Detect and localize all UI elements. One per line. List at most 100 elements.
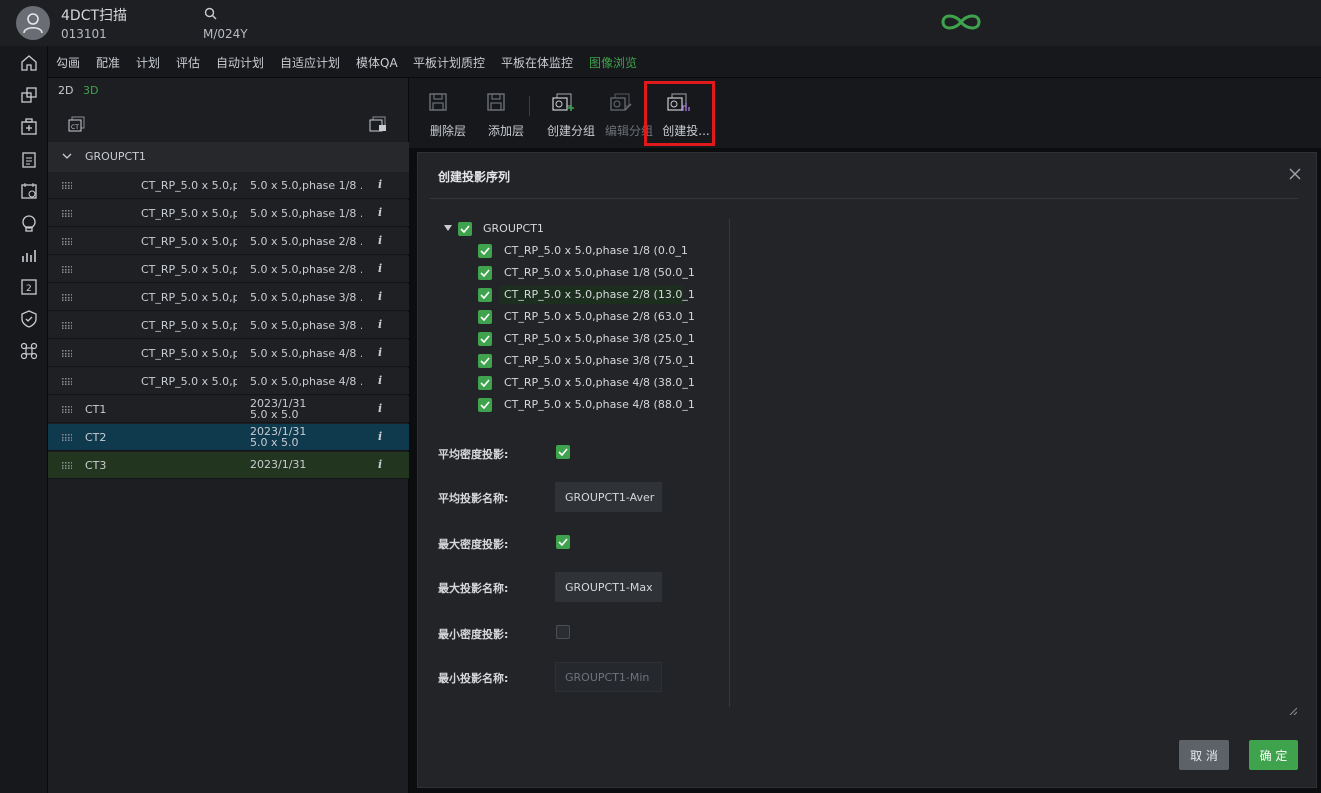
add-layer-button[interactable]: 添加层 — [486, 92, 524, 138]
check-icon — [558, 538, 568, 546]
series-checkbox[interactable] — [478, 266, 492, 280]
drag-handle-icon[interactable] — [62, 294, 72, 301]
tree-item-label[interactable]: CT_RP_5.0 x 5.0,phase 2/8 (13.0_1 — [504, 288, 695, 301]
series-row[interactable]: CT_RP_5.0 x 5.0,ph 5.0 x 5.0,phase 2/8 .… — [48, 228, 409, 255]
tab-auto-plan[interactable]: 自动计划 — [216, 54, 264, 71]
drag-handle-icon[interactable] — [62, 378, 72, 385]
series-checkbox[interactable] — [478, 288, 492, 302]
highlight-box — [644, 81, 715, 146]
resize-grip-icon[interactable] — [1289, 707, 1297, 715]
info-icon[interactable]: i — [378, 430, 382, 443]
calendar-check-icon[interactable] — [20, 182, 38, 200]
info-icon[interactable]: i — [378, 346, 382, 359]
create-group-button[interactable]: 创建分组 — [547, 92, 595, 138]
drag-handle-icon[interactable] — [62, 266, 72, 273]
ct-row-active[interactable]: CT3 2023/1/31 i — [48, 452, 409, 479]
min-density-checkbox[interactable] — [556, 625, 570, 639]
series-row[interactable]: CT_RP_5.0 x 5.0,ph 5.0 x 5.0,phase 2/8 .… — [48, 256, 409, 283]
delete-layer-button[interactable]: 删除层 — [428, 92, 466, 138]
drag-handle-icon[interactable] — [62, 210, 72, 217]
dialog-title: 创建投影序列 — [438, 170, 511, 184]
ct-series-icon[interactable]: CT — [68, 116, 86, 132]
series-checkbox[interactable] — [478, 398, 492, 412]
max-name-input[interactable] — [555, 572, 662, 602]
max-density-checkbox[interactable] — [556, 535, 570, 549]
check-icon — [480, 401, 490, 409]
avatar[interactable] — [16, 6, 50, 40]
chevron-down-icon[interactable] — [62, 151, 72, 161]
tree-item-label[interactable]: CT_RP_5.0 x 5.0,phase 3/8 (75.0_1 — [504, 354, 695, 367]
lock-series-icon[interactable] — [369, 116, 387, 132]
ok-button[interactable]: 确 定 — [1249, 740, 1298, 770]
view-3d-toggle[interactable]: 3D — [83, 84, 98, 97]
series-row[interactable]: CT_RP_5.0 x 5.0,ph 5.0 x 5.0,phase 1/8 .… — [48, 172, 409, 199]
report-icon[interactable]: 2 — [20, 278, 38, 296]
tree-item-label[interactable]: CT_RP_5.0 x 5.0,phase 4/8 (38.0_1 — [504, 376, 695, 389]
info-icon[interactable]: i — [378, 458, 382, 471]
tab-epid-plan-qa[interactable]: 平板计划质控 — [413, 54, 485, 71]
info-icon[interactable]: i — [378, 178, 382, 191]
series-row[interactable]: CT_RP_5.0 x 5.0,ph 5.0 x 5.0,phase 3/8 .… — [48, 312, 409, 339]
edit-group-icon — [610, 93, 632, 111]
tree-item-label[interactable]: CT_RP_5.0 x 5.0,phase 2/8 (63.0_1 — [504, 310, 695, 323]
drag-handle-icon[interactable] — [62, 322, 72, 329]
bar-chart-icon[interactable] — [20, 246, 38, 264]
drag-handle-icon[interactable] — [62, 406, 72, 413]
info-icon[interactable]: i — [378, 262, 382, 275]
cancel-button[interactable]: 取 消 — [1179, 740, 1229, 770]
series-row[interactable]: CT_RP_5.0 x 5.0,ph 5.0 x 5.0,phase 3/8 .… — [48, 284, 409, 311]
info-icon[interactable]: i — [378, 374, 382, 387]
view-2d-toggle[interactable]: 2D — [58, 84, 73, 97]
tab-epid-invivo[interactable]: 平板在体监控 — [501, 54, 573, 71]
info-icon[interactable]: i — [378, 402, 382, 415]
info-icon[interactable]: i — [378, 290, 382, 303]
series-checkbox[interactable] — [478, 244, 492, 258]
series-row[interactable]: CT_RP_5.0 x 5.0,ph 5.0 x 5.0,phase 4/8 .… — [48, 340, 409, 367]
avg-name-input[interactable] — [555, 482, 662, 512]
caret-down-icon[interactable] — [444, 225, 452, 231]
bulb-icon[interactable] — [20, 214, 38, 232]
ct-row[interactable]: CT1 2023/1/31 5.0 x 5.0 i — [48, 396, 409, 423]
tab-image-browse[interactable]: 图像浏览 — [589, 54, 637, 71]
drag-handle-icon[interactable] — [62, 434, 72, 441]
search-icon[interactable] — [204, 7, 217, 20]
tab-plan[interactable]: 计划 — [136, 54, 160, 71]
tab-registration[interactable]: 配准 — [96, 54, 120, 71]
drag-handle-icon[interactable] — [62, 350, 72, 357]
command-icon[interactable] — [20, 342, 38, 360]
tab-phantom-qa[interactable]: 模体QA — [356, 54, 398, 71]
tree-item-label[interactable]: CT_RP_5.0 x 5.0,phase 3/8 (25.0_1 — [504, 332, 695, 345]
tree-item-label[interactable]: CT_RP_5.0 x 5.0,phase 1/8 (50.0_1 — [504, 266, 695, 279]
shield-icon[interactable] — [20, 310, 38, 328]
info-icon[interactable]: i — [378, 234, 382, 247]
tab-evaluate[interactable]: 评估 — [176, 54, 200, 71]
medical-case-icon[interactable] — [20, 118, 38, 136]
series-name: CT_RP_5.0 x 5.0,ph — [141, 207, 237, 220]
tab-adaptive-plan[interactable]: 自适应计划 — [280, 54, 340, 71]
series-description: 5.0 x 5.0,phase 1/8 ... — [250, 179, 362, 192]
patient-id: 013101 — [61, 27, 107, 41]
series-row[interactable]: CT_RP_5.0 x 5.0,ph 5.0 x 5.0,phase 1/8 .… — [48, 200, 409, 227]
series-checkbox[interactable] — [478, 310, 492, 324]
group-checkbox[interactable] — [458, 222, 472, 236]
drag-handle-icon[interactable] — [62, 182, 72, 189]
tab-contour[interactable]: 勾画 — [56, 54, 80, 71]
drag-handle-icon[interactable] — [62, 238, 72, 245]
home-icon[interactable] — [20, 54, 38, 72]
group-header-row[interactable]: GROUPCT1 — [48, 142, 409, 172]
series-row[interactable]: CT_RP_5.0 x 5.0,ph 5.0 x 5.0,phase 4/8 .… — [48, 368, 409, 395]
clipboard-icon[interactable] — [20, 150, 38, 168]
avg-density-checkbox[interactable] — [556, 445, 570, 459]
series-checkbox[interactable] — [478, 376, 492, 390]
info-icon[interactable]: i — [378, 318, 382, 331]
layers-icon[interactable] — [20, 86, 38, 104]
series-description: 5.0 x 5.0,phase 1/8 ... — [250, 207, 362, 220]
drag-handle-icon[interactable] — [62, 462, 72, 469]
info-icon[interactable]: i — [378, 206, 382, 219]
tree-item-label[interactable]: CT_RP_5.0 x 5.0,phase 1/8 (0.0_1 — [504, 244, 688, 257]
ct-row-selected[interactable]: CT2 2023/1/31 5.0 x 5.0 i — [48, 424, 409, 451]
series-checkbox[interactable] — [478, 354, 492, 368]
close-icon[interactable] — [1289, 168, 1301, 180]
series-checkbox[interactable] — [478, 332, 492, 346]
tree-item-label[interactable]: CT_RP_5.0 x 5.0,phase 4/8 (88.0_1 — [504, 398, 695, 411]
